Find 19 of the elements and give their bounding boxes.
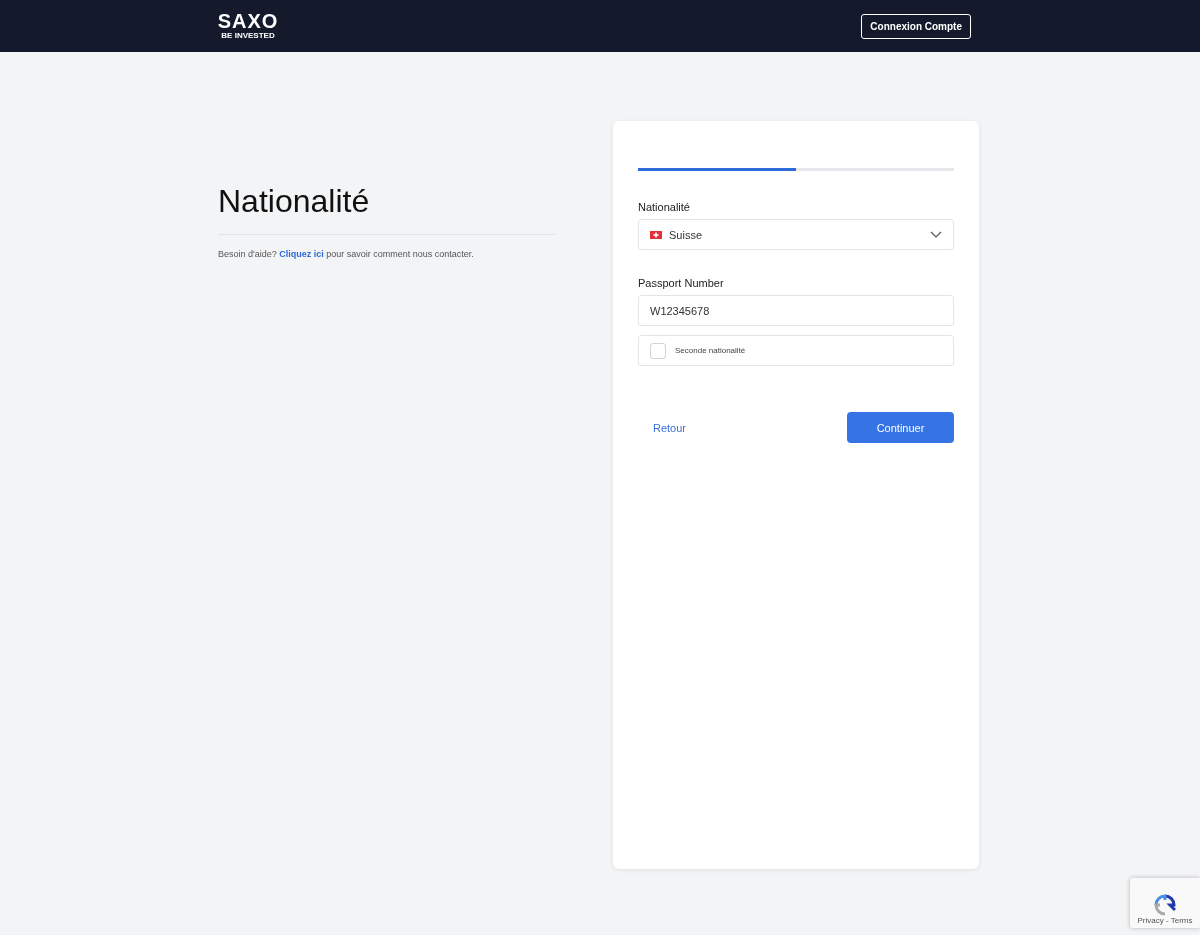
login-button[interactable]: Connexion Compte bbox=[861, 13, 971, 39]
nationality-select[interactable]: Suisse bbox=[638, 219, 954, 250]
passport-input[interactable]: W12345678 bbox=[638, 295, 954, 326]
field-label: Nationalité bbox=[638, 201, 691, 213]
recaptcha-badge[interactable]: Privacy - Terms bbox=[1130, 878, 1200, 928]
contact-link[interactable]: Cliquez ici bbox=[279, 249, 324, 259]
privacy-terms-text: Privacy - Terms bbox=[1137, 916, 1193, 925]
checkbox[interactable] bbox=[650, 342, 666, 359]
page-title: Nationalité bbox=[218, 183, 556, 235]
checkbox-label: Seconde nationalité bbox=[675, 346, 746, 355]
continue-button[interactable]: Continuer bbox=[847, 412, 954, 443]
logo[interactable]: SAXO BE INVESTED bbox=[218, 11, 278, 41]
swiss-flag-icon bbox=[650, 230, 662, 239]
back-button[interactable]: Retour bbox=[638, 413, 702, 442]
recaptcha-logo-icon bbox=[1154, 894, 1176, 916]
checkbox-row[interactable]: Seconde nationalité bbox=[638, 335, 954, 366]
help-text: Besoin d'aide? Cliquez ici pour savoir comment nous contacter. bbox=[218, 249, 475, 259]
chevron-down-icon bbox=[930, 231, 942, 238]
field-label: Passport Number bbox=[638, 277, 725, 289]
